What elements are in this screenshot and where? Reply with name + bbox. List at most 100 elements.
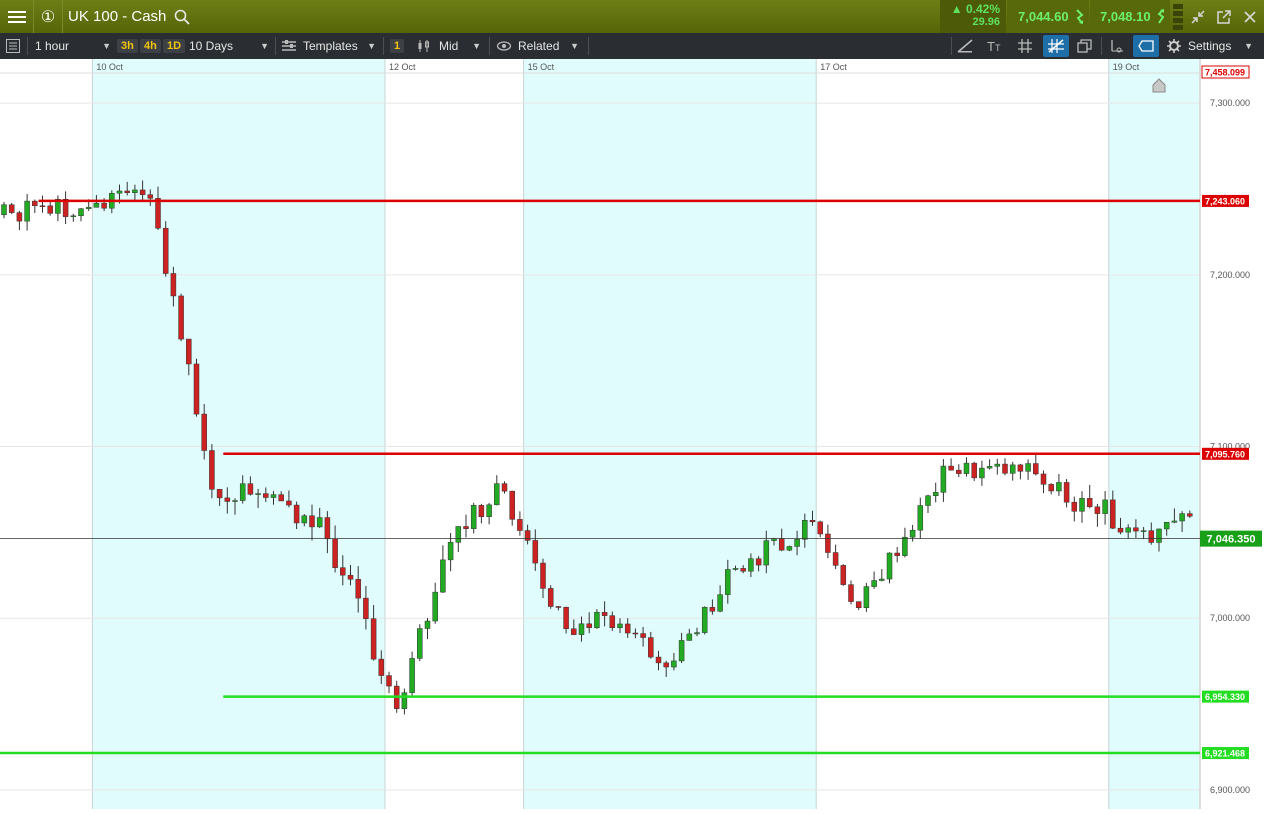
- bullish-candle: [93, 202, 100, 208]
- resistance-price-label: 7,095.760: [1205, 449, 1245, 459]
- bullish-candle: [301, 515, 308, 524]
- bearish-candle: [224, 497, 231, 502]
- popout-button[interactable]: [1212, 0, 1236, 33]
- bearish-candle: [956, 469, 962, 474]
- y-tick-label: 7,300.000: [1210, 98, 1250, 108]
- bearish-candle: [216, 489, 223, 499]
- range-dropdown[interactable]: 10 Days ▼: [189, 33, 271, 59]
- bearish-candle: [478, 505, 485, 517]
- close-button[interactable]: [1238, 0, 1262, 33]
- bullish-candle: [725, 569, 731, 595]
- templates-dropdown[interactable]: Templates ▼: [282, 33, 378, 59]
- top-marker-label: 7,458.099: [1205, 68, 1245, 78]
- bullish-candle: [1140, 530, 1147, 532]
- fib-tool[interactable]: [1043, 35, 1069, 57]
- bearish-candle: [347, 574, 354, 580]
- bearish-candle: [586, 623, 592, 628]
- indicator-tool[interactable]: [1109, 33, 1125, 59]
- bullish-candle: [763, 540, 770, 566]
- close-icon: [1244, 10, 1256, 23]
- bearish-candle: [332, 538, 338, 568]
- price-chart[interactable]: 10 Oct 12 Oct 15 Oct 17 Oct 19 Oct 7,300.000 7…: [0, 59, 1264, 809]
- text-tool[interactable]: TT: [987, 33, 1000, 59]
- chevron-down-icon: ▼: [102, 41, 111, 51]
- line-draw-tool[interactable]: [957, 33, 973, 59]
- line-draw-icon: [957, 39, 973, 53]
- bullish-candle: [70, 215, 77, 218]
- bullish-candle: [594, 612, 600, 628]
- interval-label: 1 hour: [35, 39, 70, 53]
- layers-icon: [1077, 39, 1092, 53]
- related-label: Related: [518, 39, 560, 53]
- bearish-candle: [1033, 463, 1039, 475]
- bearish-candle: [1117, 527, 1124, 533]
- bearish-candle: [778, 538, 785, 551]
- bearish-candle: [463, 526, 469, 529]
- price-type-dropdown[interactable]: Mid ▼: [417, 33, 483, 59]
- candlestick-chart[interactable]: 10 Oct 12 Oct 15 Oct 17 Oct 19 Oct 7,300.000 7…: [0, 59, 1264, 809]
- toolbar-divider: [1101, 37, 1102, 55]
- minimize-button[interactable]: [1186, 0, 1210, 33]
- bullish-candle: [455, 526, 462, 543]
- bullish-candle: [994, 463, 1001, 467]
- bullish-candle: [24, 200, 30, 222]
- bullish-candle: [578, 623, 585, 635]
- bearish-candle: [1110, 499, 1116, 529]
- bearish-candle: [162, 227, 169, 274]
- menu-button[interactable]: [0, 0, 34, 33]
- bearish-candle: [193, 363, 200, 415]
- support-price-label: 6,921.468: [1205, 749, 1245, 759]
- bearish-candle: [8, 204, 15, 213]
- info-button[interactable]: ①: [34, 0, 63, 33]
- trend-down-arrow-icon: [1076, 9, 1084, 24]
- list-icon: [6, 39, 20, 53]
- list-button[interactable]: [6, 33, 20, 59]
- quick-interval-1d[interactable]: 1D: [163, 33, 186, 59]
- bearish-candle: [609, 615, 616, 628]
- menu-icon: [7, 10, 26, 23]
- shape-tool[interactable]: [1133, 35, 1159, 57]
- templates-icon: [282, 40, 296, 51]
- popout-icon: [1217, 9, 1231, 24]
- bearish-candle: [178, 295, 184, 340]
- bearish-candle: [201, 413, 207, 451]
- y-tick-label: 7,200.000: [1210, 270, 1250, 280]
- bullish-candle: [1125, 527, 1131, 533]
- bearish-candle: [517, 519, 523, 531]
- search-button[interactable]: [172, 0, 192, 33]
- bearish-candle: [386, 675, 392, 687]
- bearish-candle: [532, 540, 539, 564]
- info-icon: ①: [40, 8, 56, 26]
- bearish-candle: [1071, 501, 1078, 512]
- bullish-candle: [1, 204, 7, 216]
- bullish-candle: [1163, 522, 1170, 530]
- grid-tool[interactable]: [1018, 33, 1032, 59]
- interval-dropdown[interactable]: 1 hour ▼: [35, 33, 113, 59]
- market-depth-button[interactable]: [1172, 0, 1184, 33]
- related-dropdown[interactable]: Related ▼: [497, 33, 581, 59]
- bullish-candle: [909, 529, 916, 538]
- bullish-candle: [1179, 513, 1185, 522]
- settings-dropdown[interactable]: Settings ▼: [1167, 33, 1259, 59]
- bearish-candle: [293, 504, 300, 524]
- bearish-candle: [263, 493, 269, 498]
- quick-interval-3h[interactable]: 3h: [117, 33, 138, 59]
- buy-button[interactable]: 7,048.10: [1090, 0, 1170, 33]
- sell-button[interactable]: 7,044.60: [1007, 0, 1089, 33]
- chart-count-button[interactable]: 1: [390, 33, 405, 59]
- bearish-candle: [501, 483, 508, 492]
- toolbar-divider: [588, 37, 589, 55]
- bullish-candle: [879, 578, 885, 581]
- instrument-title[interactable]: UK 100 - Cash: [68, 0, 166, 33]
- bullish-candle: [1079, 498, 1085, 512]
- bearish-candle: [1094, 506, 1101, 514]
- bearish-candle: [1187, 513, 1193, 517]
- chevron-down-icon: ▼: [472, 41, 481, 51]
- bullish-candle: [717, 594, 723, 612]
- layers-tool[interactable]: [1077, 33, 1093, 59]
- bullish-candle: [1102, 499, 1108, 514]
- bullish-candle: [963, 462, 970, 474]
- bearish-candle: [378, 658, 385, 676]
- bullish-candle: [401, 692, 408, 709]
- quick-interval-4h[interactable]: 4h: [140, 33, 161, 59]
